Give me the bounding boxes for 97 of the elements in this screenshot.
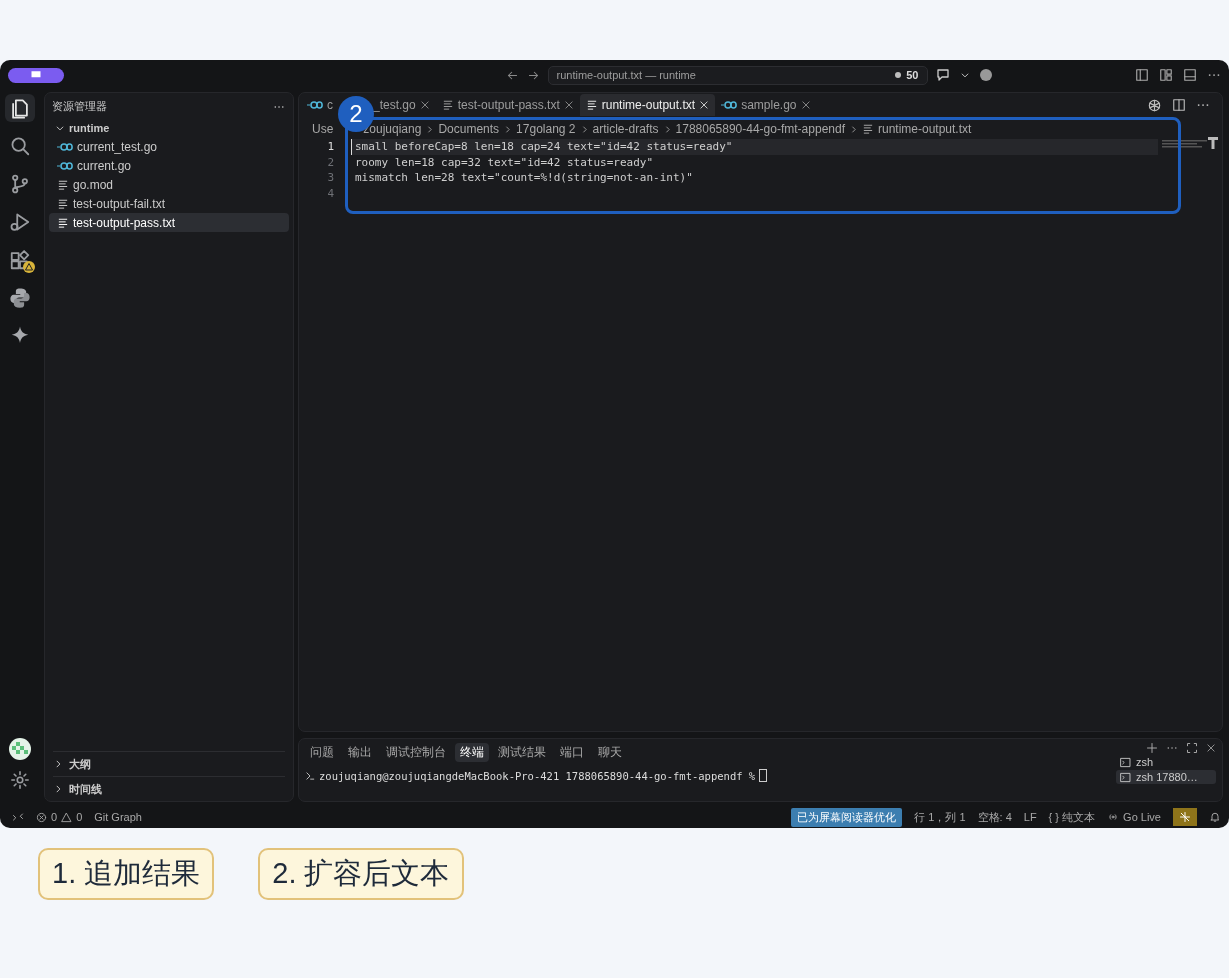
status-item[interactable]: { } 纯文本: [1048, 809, 1096, 825]
terminal-line: zoujuqiang@zoujuqiangdeMacBook-Pro-421 1788065890-44-go-fmt-appendf %: [319, 769, 756, 782]
avatar-icon[interactable]: [9, 738, 31, 760]
command-center-field[interactable]: runtime-output.txt — runtime 50: [547, 65, 928, 85]
close-icon[interactable]: [563, 100, 574, 110]
panel-tab[interactable]: 输出: [343, 743, 377, 762]
legend-label: 2. 扩容后文本: [258, 848, 464, 900]
lines-file-icon: [57, 197, 69, 210]
breadcrumb-item[interactable]: zoujuqiang: [363, 122, 422, 136]
close-icon[interactable]: [800, 100, 811, 110]
terminal-cursor: [759, 769, 768, 782]
line-number: 1: [326, 140, 335, 154]
blocks-icon[interactable]: [9, 249, 31, 271]
bell-icon[interactable]: [1209, 811, 1221, 823]
terminal-item[interactable]: zsh 17880…: [1116, 770, 1216, 784]
maximize-icon[interactable]: [1186, 742, 1198, 754]
panel-tab[interactable]: 测试结果: [493, 743, 551, 762]
split-editor-icon[interactable]: [1172, 97, 1186, 112]
search-icon[interactable]: [9, 135, 31, 157]
legend-label: 1. 追加结果: [38, 848, 215, 900]
explorer-title: 资源管理器: [52, 99, 107, 114]
remote-icon[interactable]: [12, 811, 24, 823]
chat-icon[interactable]: [935, 67, 952, 83]
line-number: 4: [326, 186, 335, 200]
line-number: 3: [326, 171, 335, 185]
panel-tab[interactable]: 问题: [305, 743, 339, 762]
line-number: 2: [326, 155, 335, 169]
chevron-icon[interactable]: [53, 759, 63, 769]
tree-item[interactable]: go.mod: [49, 175, 289, 194]
tree-item[interactable]: runtime: [49, 118, 289, 137]
status-item[interactable]: 已为屏幕阅读器优化: [791, 807, 903, 827]
code-line: roomy len=18 cap=32 text="id=42 status=ready": [354, 154, 654, 170]
status-item[interactable]: 行 1，列 1: [914, 809, 966, 825]
lines-file-icon: [57, 178, 69, 191]
go-file-icon: [57, 160, 73, 171]
panel-tab[interactable]: 端口: [555, 743, 589, 762]
close-icon[interactable]: [419, 100, 430, 110]
count-label: 50: [906, 69, 919, 81]
go-file-icon: [307, 100, 323, 110]
panel-tab[interactable]: 终端: [455, 743, 489, 762]
lines-file-icon: [57, 216, 69, 229]
close-icon[interactable]: [1206, 743, 1216, 753]
lines-file-icon: [862, 123, 874, 135]
status-item[interactable]: LF: [1023, 811, 1037, 823]
status-item[interactable]: Git Graph: [94, 811, 142, 823]
terminal-icon: [1120, 756, 1131, 768]
python-icon[interactable]: [9, 287, 31, 309]
go-file-icon: [721, 100, 738, 110]
branch-icon[interactable]: [9, 173, 31, 195]
breadcrumb-item[interactable]: 17golang 2: [516, 122, 576, 136]
chevron-icon[interactable]: [53, 784, 63, 794]
files-icon[interactable]: [9, 97, 31, 119]
lines-file-icon: [441, 99, 454, 111]
breadcrumb-item[interactable]: Documents: [438, 122, 500, 136]
play-bug-icon[interactable]: [9, 211, 31, 233]
panel-tab[interactable]: 调试控制台: [381, 743, 451, 762]
editor-tab[interactable]: runtime-output.txt: [579, 94, 716, 116]
broadcast-icon: [1107, 811, 1120, 823]
editor-tab[interactable]: sample.go: [715, 94, 817, 116]
editor-tab[interactable]: test-output-pass.txt: [435, 94, 580, 116]
close-icon[interactable]: [699, 100, 710, 110]
account-button[interactable]: [8, 67, 64, 83]
terminal-item[interactable]: zsh: [1116, 755, 1216, 769]
breadcrumb-item[interactable]: runtime-output.txt: [878, 122, 972, 136]
panel-toggle-icon[interactable]: [1183, 68, 1197, 82]
breadcrumb-item[interactable]: article-drafts: [592, 122, 659, 136]
status-item[interactable]: Go Live: [1107, 811, 1161, 823]
lines-file-icon: [585, 99, 598, 111]
add-icon[interactable]: [1146, 742, 1158, 754]
notification-toggle-button[interactable]: [1173, 808, 1197, 826]
slash-icon: [1179, 811, 1191, 823]
go-file-icon: [57, 141, 73, 152]
settings-icon[interactable]: [10, 770, 30, 790]
chevron-icon: [849, 124, 858, 134]
warning-icon: [61, 811, 73, 823]
sidebar-toggle-icon[interactable]: [1135, 68, 1149, 82]
status-item[interactable]: 空格: 4: [977, 809, 1012, 825]
code-line: mismatch len=28 text="count=%!d(string=not-an-int)": [354, 170, 694, 186]
error-icon: [36, 811, 47, 823]
section-header[interactable]: 大纲: [53, 751, 285, 776]
openai-icon[interactable]: [1147, 97, 1162, 113]
breadcrumb-item[interactable]: Use: [312, 122, 334, 136]
tree-item[interactable]: test-output-fail.txt: [49, 194, 289, 213]
layout-icon[interactable]: [1159, 68, 1173, 82]
tree-item[interactable]: test-output-pass.txt: [49, 213, 289, 232]
text-cursor-icon: [1208, 137, 1218, 149]
problems-status[interactable]: 0 0: [36, 811, 83, 823]
prompt-icon: [305, 770, 315, 781]
chevron-icon[interactable]: [959, 70, 970, 80]
section-header[interactable]: 时间线: [53, 776, 285, 801]
terminal-icon: [1120, 771, 1131, 783]
tree-item[interactable]: current_test.go: [49, 137, 289, 156]
tree-item[interactable]: current.go: [49, 156, 289, 175]
breadcrumb-item[interactable]: 1788065890-44-go-fmt-appendf: [675, 122, 845, 136]
panel-tab[interactable]: 聊天: [593, 743, 627, 762]
chevron-icon: [503, 124, 513, 134]
chevron-icon: [425, 124, 435, 134]
